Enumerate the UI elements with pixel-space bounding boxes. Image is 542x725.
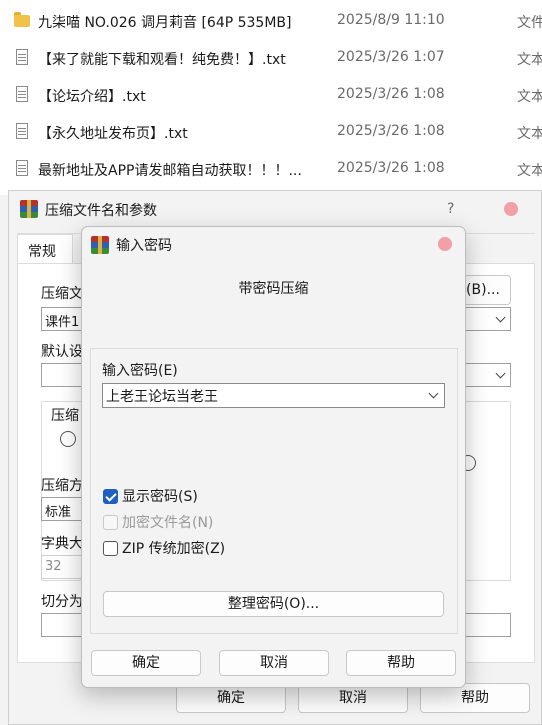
text-file-icon: [14, 86, 30, 102]
file-type: 文本: [517, 52, 542, 68]
password-dialog: 输入密码 带密码压缩 输入密码(E) 上老王论坛当老王 显示密码(S) 加密文件…: [81, 226, 466, 688]
encrypt-filenames-checkbox[interactable]: [103, 515, 118, 530]
dialog-title: 压缩文件名和参数: [45, 203, 157, 219]
text-file-icon: [14, 160, 30, 176]
file-date: 2025/3/26 1:08: [337, 123, 445, 139]
chevron-down-icon[interactable]: [428, 388, 439, 399]
file-date: 2025/3/26 1:07: [337, 49, 445, 65]
help-icon[interactable]: ?: [447, 201, 454, 217]
compression-method-value: 标准: [45, 505, 72, 520]
organize-passwords-button[interactable]: 整理密码(O)...: [103, 591, 444, 617]
file-name: 最新地址及APP请发邮箱自动获取！！！...: [38, 163, 302, 179]
file-date: 2025/8/9 11:10: [337, 12, 445, 28]
file-row[interactable]: 九柒喵 NO.026 调月莉音 [64P 535MB] 2025/8/9 11:…: [0, 2, 542, 39]
winrar-icon: [20, 200, 38, 218]
cancel-button[interactable]: 取消: [219, 650, 329, 676]
file-date: 2025/3/26 1:08: [337, 86, 445, 102]
password-label: 输入密码(E): [102, 363, 178, 379]
format-radio[interactable]: [60, 431, 76, 447]
compression-method-label: 压缩方: [41, 478, 83, 494]
folder-icon: [14, 12, 30, 28]
close-icon[interactable]: [438, 237, 452, 251]
close-icon[interactable]: [504, 202, 518, 216]
chevron-down-icon: [495, 312, 506, 323]
encrypt-filenames-label[interactable]: 加密文件名(N): [122, 512, 213, 532]
text-file-icon: [14, 123, 30, 139]
dialog-heading: 带密码压缩: [238, 281, 309, 297]
default-profile-label: 默认设: [41, 344, 83, 360]
file-row[interactable]: 【论坛介绍】.txt 2025/3/26 1:08 文本: [0, 76, 542, 113]
chevron-down-icon: [495, 368, 506, 379]
file-date: 2025/3/26 1:08: [337, 160, 445, 176]
file-row[interactable]: 最新地址及APP请发邮箱自动获取！！！... 2025/3/26 1:08 文本: [0, 150, 542, 187]
archive-name-label: 压缩文: [41, 286, 83, 302]
password-value: 上老王论坛当老王: [106, 389, 218, 405]
file-type: 文件: [517, 15, 542, 31]
show-password-checkbox[interactable]: [103, 489, 118, 504]
file-type: 文本: [517, 89, 542, 105]
file-name: 【来了就能下载和观看！纯免费！】.txt: [38, 52, 286, 68]
archive-name-value: 课件1: [45, 315, 80, 330]
file-name: 【论坛介绍】.txt: [38, 89, 146, 105]
zip-legacy-label[interactable]: ZIP 传统加密(Z): [122, 538, 225, 558]
file-name: 九柒喵 NO.026 调月莉音 [64P 535MB]: [38, 15, 292, 31]
file-type: 文本: [517, 163, 542, 179]
file-row[interactable]: 【来了就能下载和观看！纯免费！】.txt 2025/3/26 1:07 文本: [0, 39, 542, 76]
help-button[interactable]: 帮助: [346, 650, 456, 676]
file-name: 【永久地址发布页】.txt: [38, 126, 188, 142]
zip-legacy-checkbox[interactable]: [103, 541, 118, 556]
file-type: 文本: [517, 126, 542, 142]
split-volume-label: 切分为: [41, 594, 83, 610]
file-row[interactable]: 【永久地址发布页】.txt 2025/3/26 1:08 文本: [0, 113, 542, 150]
show-password-label[interactable]: 显示密码(S): [122, 486, 198, 506]
file-list: 九柒喵 NO.026 调月莉音 [64P 535MB] 2025/8/9 11:…: [0, 0, 542, 195]
password-input[interactable]: 上老王论坛当老王: [102, 383, 445, 408]
tab-general[interactable]: 常规: [17, 234, 73, 264]
ok-button[interactable]: 确定: [91, 650, 201, 676]
text-file-icon: [14, 49, 30, 65]
format-group-label: 压缩: [51, 405, 79, 425]
dialog-title: 输入密码: [116, 238, 172, 254]
tab-label: 常规: [28, 244, 56, 260]
dictionary-size-label: 字典大: [41, 536, 83, 552]
winrar-icon: [91, 236, 109, 254]
dictionary-size-value: 32: [45, 559, 62, 574]
